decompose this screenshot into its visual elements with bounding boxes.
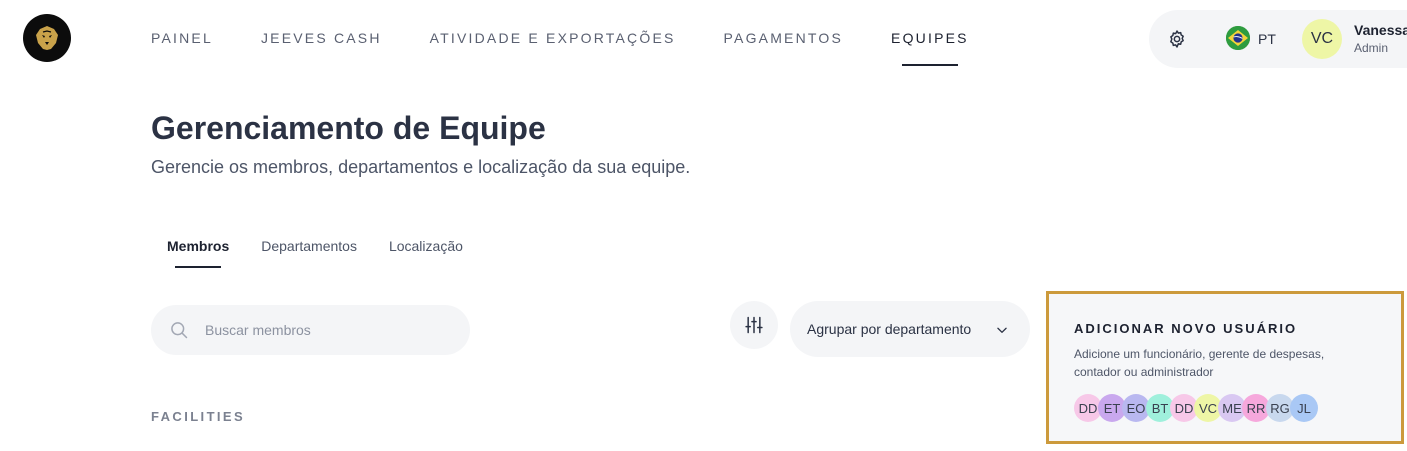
nav-item-atividade-exportacoes[interactable]: ATIVIDADE E EXPORTAÇÕES [430, 0, 676, 68]
user-menu: PT VC Vanessa Admin [1149, 10, 1407, 68]
add-user-title: ADICIONAR NOVO USUÁRIO [1074, 321, 1298, 336]
nav-item-equipes[interactable]: EQUIPES [891, 0, 969, 68]
sliders-icon [745, 316, 763, 334]
brazil-flag-icon[interactable] [1226, 26, 1250, 50]
search-icon [171, 322, 188, 339]
avatar[interactable]: VC [1302, 19, 1342, 59]
page-title: Gerenciamento de Equipe [151, 110, 546, 146]
filter-button[interactable] [730, 301, 778, 349]
tab-membros[interactable]: Membros [167, 238, 229, 268]
tab-bar: Membros Departamentos Localização [167, 238, 495, 268]
department-heading: FACILITIES [151, 409, 246, 424]
add-user-description: Adicione um funcionário, gerente de desp… [1074, 347, 1325, 379]
add-user-card[interactable]: ADICIONAR NOVO USUÁRIO Adicione um funci… [1046, 291, 1404, 444]
tab-departamentos[interactable]: Departamentos [261, 238, 357, 254]
tab-localizacao[interactable]: Localização [389, 238, 463, 254]
nav-item-jeeves-cash[interactable]: JEEVES CASH [261, 0, 382, 68]
page-subtitle: Gerencie os membros, departamentos e loc… [151, 157, 691, 177]
user-name: Vanessa [1354, 22, 1407, 38]
company-logo[interactable] [23, 14, 71, 62]
language-label[interactable]: PT [1258, 31, 1276, 47]
search-input[interactable] [205, 305, 455, 355]
lion-logo-icon [36, 26, 58, 50]
nav-item-pagamentos[interactable]: PAGAMENTOS [724, 0, 844, 68]
search-box [151, 305, 470, 355]
nav-item-painel[interactable]: PAINEL [151, 0, 213, 68]
avatar: JL [1290, 394, 1318, 422]
gear-icon[interactable] [1167, 29, 1187, 49]
group-by-select[interactable]: Agrupar por departamento [790, 301, 1030, 357]
chevron-down-icon [997, 327, 1007, 333]
main-nav: PAINEL JEEVES CASH ATIVIDADE E EXPORTAÇÕ… [151, 0, 1017, 68]
user-role: Admin [1354, 41, 1389, 55]
group-by-label: Agrupar por departamento [807, 321, 972, 337]
